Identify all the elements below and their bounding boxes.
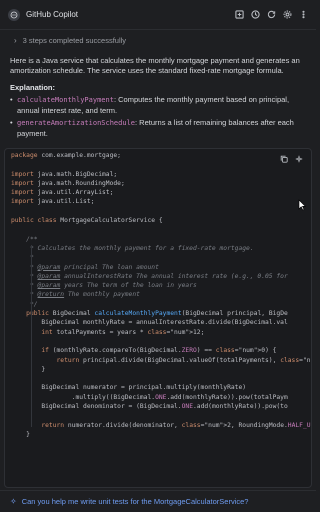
refresh-icon[interactable]	[266, 10, 276, 20]
code-line: }	[11, 365, 46, 373]
steps-summary[interactable]: › 3 steps completed successfully	[0, 30, 316, 50]
code-line: * @return The monthly payment	[11, 291, 140, 299]
followup-suggestion[interactable]: ✧ Can you help me write unit tests for t…	[0, 490, 316, 512]
suggestion-text: Can you help me write unit tests for the…	[21, 497, 249, 506]
code-content: package com.example.mortgage; import jav…	[5, 149, 311, 439]
code-line: import java.math.RoundingMode;	[11, 179, 125, 187]
panel-header: GitHub Copilot	[0, 0, 316, 30]
code-line: /**	[11, 235, 38, 243]
code-line: public BigDecimal calculateMonthlyPaymen…	[26, 310, 288, 318]
explanation-list: • calculateMonthlyPayment: Computes the …	[0, 95, 316, 138]
copilot-logo-icon	[8, 8, 20, 21]
code-block: package com.example.mortgage; import jav…	[4, 148, 312, 488]
method-name: generateAmortizationSchedule	[17, 119, 136, 127]
list-item: • calculateMonthlyPayment: Computes the …	[10, 95, 290, 115]
code-line: return numerator.divide(denominator, cla…	[41, 421, 312, 429]
code-line: return principal.divide(BigDecimal.value…	[56, 356, 312, 364]
chevron-right-icon: ›	[14, 35, 17, 45]
mouse-cursor-icon	[298, 199, 306, 211]
code-line: .multiply((BigDecimal.ONE.add(monthlyRat…	[11, 393, 288, 401]
code-line: * Calculates the monthly payment for a f…	[11, 244, 254, 252]
code-line: package com.example.mortgage;	[11, 152, 121, 159]
code-line: * @param years The term of the loan in y…	[11, 282, 197, 290]
code-line: */	[11, 300, 38, 308]
steps-label: 3 steps completed successfully	[22, 35, 127, 45]
settings-icon[interactable]	[282, 10, 292, 20]
code-line: BigDecimal monthlyRate = annualInterestR…	[11, 319, 288, 327]
list-item: • generateAmortizationSchedule: Returns …	[10, 118, 294, 138]
code-line: import java.util.List;	[11, 198, 95, 206]
code-toolbar	[279, 154, 303, 163]
explanation-heading: Explanation:	[10, 83, 56, 92]
sparkle-icon: ✧	[10, 497, 17, 506]
response-intro: Here is a Java service that calculates t…	[10, 56, 300, 75]
code-line: *	[11, 254, 34, 262]
code-line: public class MortgageCalculatorService {	[11, 217, 163, 225]
more-icon[interactable]	[298, 10, 308, 20]
panel-title: GitHub Copilot	[26, 10, 79, 19]
code-line: if (monthlyRate.compareTo(BigDecimal.ZER…	[41, 347, 277, 355]
code-line: * @param annualInterestRate The annual i…	[11, 272, 288, 280]
new-chat-icon[interactable]	[234, 10, 244, 20]
code-line: BigDecimal numerator = principal.multipl…	[11, 384, 247, 392]
code-line: BigDecimal denominator = (BigDecimal.ONE…	[11, 403, 288, 411]
code-line: }	[11, 430, 30, 438]
indent-guide	[31, 245, 32, 427]
code-line: import java.util.ArrayList;	[11, 189, 114, 197]
copy-icon[interactable]	[279, 154, 288, 163]
code-line: import java.math.BigDecimal;	[11, 170, 118, 178]
history-icon[interactable]	[250, 10, 260, 20]
code-line: * @param principal The loan amount	[11, 263, 159, 271]
header-toolbar	[234, 10, 308, 20]
insert-icon[interactable]	[294, 154, 303, 163]
method-name: calculateMonthlyPayment	[17, 96, 114, 104]
code-line: int totalPayments = years * class="num">…	[41, 328, 205, 336]
